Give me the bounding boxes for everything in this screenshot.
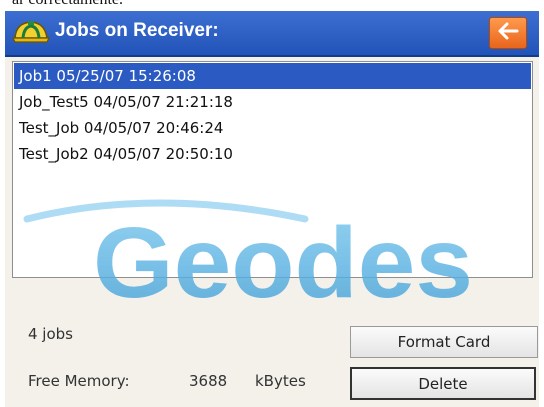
free-memory-label: Free Memory:	[28, 372, 130, 390]
receiver-window: Jobs on Receiver: Job1 05/25/07 15:26:08…	[5, 11, 539, 407]
delete-button[interactable]: Delete	[350, 367, 536, 400]
page-caption: ar correctamente.	[12, 0, 123, 9]
back-arrow-icon	[497, 22, 519, 44]
survey-helmet-icon	[12, 18, 50, 48]
list-item[interactable]: Test_Job 04/05/07 20:46:24	[14, 115, 531, 141]
list-item[interactable]: Test_Job2 04/05/07 20:50:10	[14, 141, 531, 167]
back-button[interactable]	[489, 17, 527, 49]
format-card-button[interactable]: Format Card	[350, 326, 538, 358]
free-memory-unit: kBytes	[255, 372, 306, 390]
list-item[interactable]: Job1 05/25/07 15:26:08	[14, 63, 531, 89]
jobs-list[interactable]: Job1 05/25/07 15:26:08 Job_Test5 04/05/0…	[12, 61, 533, 278]
free-memory-value: 3688	[189, 372, 228, 390]
window-title: Jobs on Receiver:	[55, 20, 219, 41]
jobs-count: 4 jobs	[28, 325, 73, 343]
list-item[interactable]: Job_Test5 04/05/07 21:21:18	[14, 89, 531, 115]
title-bar: Jobs on Receiver:	[5, 11, 539, 57]
